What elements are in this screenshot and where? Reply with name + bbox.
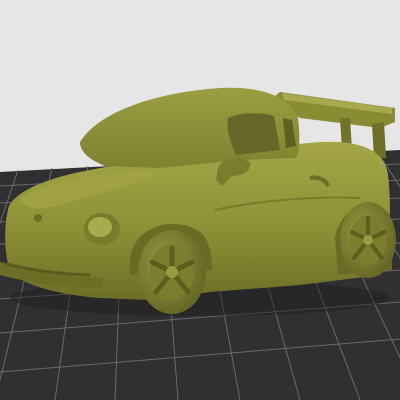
viewport-canvas[interactable] <box>0 0 400 400</box>
front-wheel <box>138 230 206 314</box>
3d-viewport[interactable] <box>0 0 400 400</box>
rear-wheel <box>340 202 396 278</box>
